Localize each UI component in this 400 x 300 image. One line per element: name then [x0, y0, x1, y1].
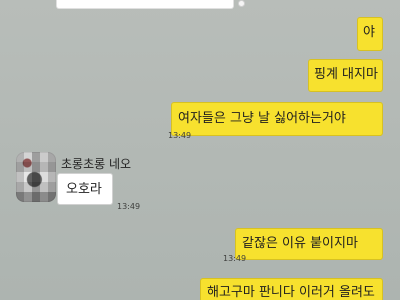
- partial-top-message: [56, 0, 234, 9]
- message-bubble-ohora[interactable]: 오호라: [57, 173, 113, 205]
- timestamp: 13:49: [117, 202, 141, 211]
- message-text: 오호라: [66, 182, 102, 197]
- message-bubble-hate[interactable]: 여자들은 그냥 날 싫어하는거야: [171, 102, 383, 136]
- partial-top-dot: [238, 0, 245, 7]
- message-text: 해고구마 판니다 이러거 올려도: [207, 285, 375, 300]
- message-bubble-reason[interactable]: 같잖은 이유 붙이지마: [235, 228, 383, 260]
- timestamp: 13:49: [223, 254, 247, 263]
- message-bubble-partial[interactable]: 해고구마 판니다 이러거 올려도: [200, 278, 383, 300]
- sender-name: 초롱초롱 네오: [61, 157, 132, 171]
- message-text: 같잖은 이유 붙이지마: [242, 236, 358, 251]
- message-bubble-excuse[interactable]: 핑계 대지마: [308, 59, 383, 92]
- timestamp: 13:49: [168, 131, 192, 140]
- message-text: 야: [363, 25, 375, 40]
- message-bubble-ya[interactable]: 야: [357, 17, 383, 51]
- message-text: 여자들은 그냥 날 싫어하는거야: [178, 111, 346, 126]
- message-text: 핑계 대지마: [314, 67, 378, 82]
- chat-window: 야 핑계 대지마 여자들은 그냥 날 싫어하는거야 13:49 초롱초롱 네오 …: [0, 0, 400, 300]
- avatar[interactable]: [16, 152, 56, 202]
